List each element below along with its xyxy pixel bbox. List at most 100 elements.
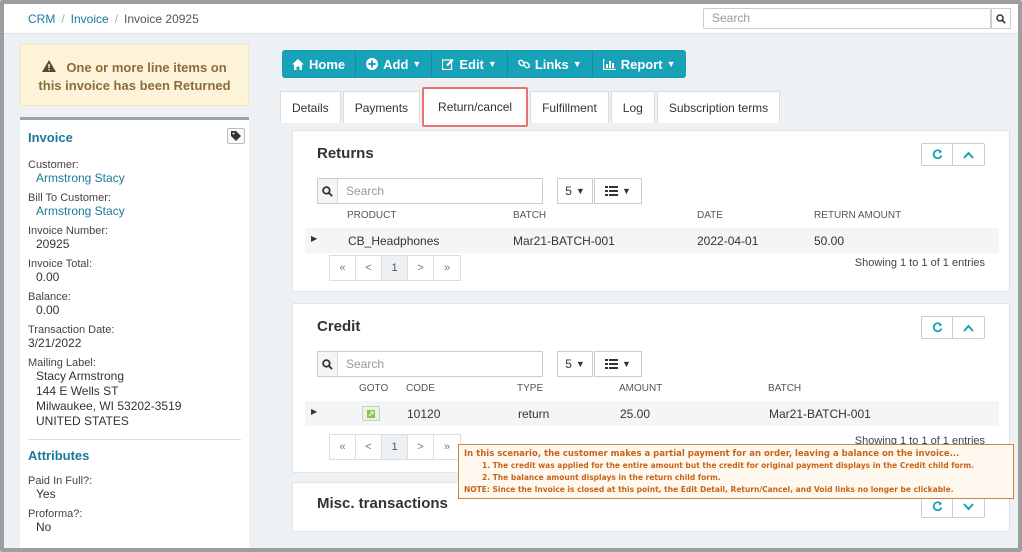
global-search-input[interactable]: Search (703, 8, 991, 29)
column-header[interactable]: GOTO (359, 383, 388, 394)
next-page-button[interactable]: > (408, 256, 434, 280)
credit-card-controls (921, 316, 985, 339)
batch-cell: Mar21-BATCH-001 (513, 234, 615, 248)
table-row[interactable]: ▶ CB_Headphones Mar21-BATCH-001 2022-04-… (305, 228, 999, 253)
edit-button[interactable]: Edit ▼ (432, 50, 508, 78)
app-frame: CRM / Invoice / Invoice 20925 Search One or … (0, 0, 1022, 552)
customer-link[interactable]: Armstrong Stacy (28, 171, 241, 186)
last-page-button[interactable]: » (434, 435, 460, 459)
scenario-note: In this scenario, the customer makes a p… (458, 444, 1014, 499)
tab-log[interactable]: Log (610, 91, 655, 123)
warning-icon (42, 59, 57, 77)
tab-fulfillment[interactable]: Fulfillment (530, 91, 609, 123)
search-icon (318, 352, 338, 376)
home-button[interactable]: Home (282, 50, 357, 78)
breadcrumb-separator: / (61, 12, 65, 26)
table-row[interactable]: ▶ 10120 return 25.00 Mar21-BATCH-001 (305, 401, 999, 426)
returns-card-controls (921, 143, 985, 166)
balance-value: 0.00 (36, 303, 60, 317)
global-search-button[interactable] (991, 8, 1011, 29)
next-page-button[interactable]: > (408, 435, 434, 459)
first-page-button[interactable]: « (330, 435, 356, 459)
list-icon (605, 186, 619, 196)
proforma-value: No (36, 520, 52, 534)
column-header[interactable]: DATE (697, 210, 723, 221)
add-button[interactable]: Add ▼ (356, 50, 433, 78)
mailing-line: 144 E Wells ST (36, 384, 119, 398)
returns-collapse-button[interactable] (953, 143, 985, 166)
column-header[interactable]: CODE (406, 383, 435, 394)
credit-refresh-button[interactable] (921, 316, 953, 339)
transaction-date-value: 3/21/2022 (28, 336, 82, 350)
column-header[interactable]: BATCH (768, 383, 801, 394)
bill-to-link[interactable]: Armstrong Stacy (28, 204, 241, 219)
invoice-number-label: Invoice Number: (28, 225, 109, 237)
tab-details[interactable]: Details (280, 91, 341, 123)
bill-to-label: Bill To Customer: (28, 192, 111, 204)
returns-page-size-select[interactable]: 5 ▼ (557, 178, 593, 204)
returns-card: Returns Search 5 ▼ ▼ PRODUCT BATCH DATE R… (292, 130, 1010, 292)
page-size-value: 5 (565, 184, 572, 198)
tab-subscription-terms[interactable]: Subscription terms (656, 91, 781, 123)
credit-columns-button[interactable]: ▼ (594, 351, 642, 377)
tab-return-cancel[interactable]: Return/cancel (422, 87, 529, 127)
column-header[interactable]: RETURN AMOUNT (814, 210, 901, 221)
returns-search-input[interactable]: Search (317, 178, 543, 204)
chevron-up-icon (963, 324, 974, 332)
add-button-label: Add (383, 56, 409, 72)
refresh-icon (932, 322, 942, 333)
page-1-button[interactable]: 1 (382, 256, 408, 280)
caret-down-icon: ▼ (572, 59, 582, 69)
edit-icon (442, 58, 455, 70)
column-header[interactable]: BATCH (513, 210, 546, 221)
credit-collapse-button[interactable] (953, 316, 985, 339)
invoice-section-title: Invoice (28, 130, 73, 145)
breadcrumb-invoice[interactable]: Invoice (71, 12, 109, 26)
caret-down-icon: ▼ (575, 186, 585, 196)
returns-search-placeholder: Search (346, 184, 385, 198)
breadcrumb-current: Invoice 20925 (124, 12, 199, 26)
links-button[interactable]: Links ▼ (507, 50, 593, 78)
breadcrumb: CRM / Invoice / Invoice 20925 (28, 12, 199, 26)
credit-search-input[interactable]: Search (317, 351, 543, 377)
top-bar: CRM / Invoice / Invoice 20925 Search (4, 4, 1018, 34)
tag-button[interactable] (227, 128, 245, 144)
expand-row-icon[interactable]: ▶ (311, 407, 317, 416)
links-button-label: Links (534, 56, 569, 72)
caret-down-icon: ▼ (412, 59, 422, 69)
caret-down-icon: ▼ (622, 186, 631, 196)
transaction-date-label: Transaction Date: (28, 324, 115, 336)
code-cell: 10120 (407, 407, 441, 421)
tag-icon (231, 131, 241, 141)
report-button[interactable]: Report ▼ (592, 50, 686, 78)
batch-cell: Mar21-BATCH-001 (769, 407, 871, 421)
caret-down-icon: ▼ (487, 59, 497, 69)
returns-columns-button[interactable]: ▼ (594, 178, 642, 204)
returns-refresh-button[interactable] (921, 143, 953, 166)
invoice-summary-panel: Invoice Customer: Armstrong Stacy Bill T… (20, 117, 249, 548)
page-1-button[interactable]: 1 (382, 435, 408, 459)
invoice-number-value: 20925 (36, 237, 70, 251)
credit-page-size-select[interactable]: 5 ▼ (557, 351, 593, 377)
alert-text: One or more line items on this invoice h… (38, 60, 231, 93)
customer-label: Customer: (28, 159, 79, 171)
action-toolbar: Home Add ▼ Edit ▼ Links ▼ Report ▼ (282, 50, 686, 78)
note-line-4: NOTE: Since the Invoice is closed at thi… (464, 485, 954, 494)
first-page-button[interactable]: « (330, 256, 356, 280)
goto-record-button[interactable] (362, 406, 380, 421)
column-header[interactable]: TYPE (517, 383, 543, 394)
mailing-line: Stacy Armstrong (36, 369, 125, 383)
column-header[interactable]: PRODUCT (347, 210, 396, 221)
column-header[interactable]: AMOUNT (619, 383, 662, 394)
last-page-button[interactable]: » (434, 256, 460, 280)
mailing-label-label: Mailing Label: (28, 357, 96, 369)
tab-payments[interactable]: Payments (342, 91, 421, 123)
returns-entries-info: Showing 1 to 1 of 1 entries (854, 257, 985, 269)
prev-page-button[interactable]: < (356, 435, 382, 459)
type-cell: return (518, 407, 550, 421)
paid-in-full-value: Yes (36, 487, 56, 501)
breadcrumb-crm[interactable]: CRM (28, 12, 55, 26)
prev-page-button[interactable]: < (356, 256, 382, 280)
expand-row-icon[interactable]: ▶ (311, 234, 317, 243)
caret-down-icon: ▼ (575, 359, 585, 369)
